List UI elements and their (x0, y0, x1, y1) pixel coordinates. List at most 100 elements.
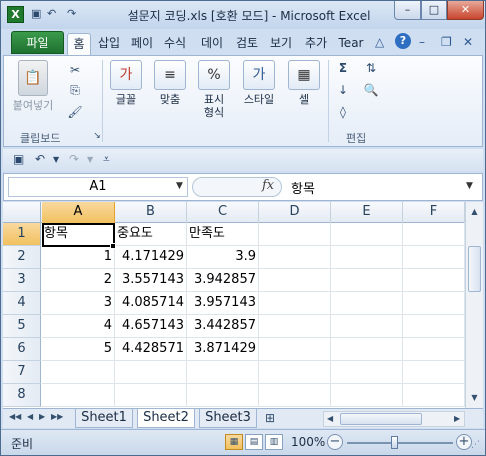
scroll-right-icon[interactable]: ▶ (454, 414, 460, 423)
row-header-5[interactable]: 5 (3, 315, 41, 338)
minimize-button[interactable]: – (394, 1, 421, 20)
cell-b2[interactable]: 4.171429 (115, 246, 187, 269)
row-header-8[interactable]: 8 (3, 384, 41, 407)
horizontal-scrollbar[interactable]: ◀ ▶ (323, 411, 465, 427)
help-icon[interactable]: ? (395, 33, 411, 49)
cell-d5[interactable] (259, 315, 331, 338)
cell-c8[interactable] (187, 384, 259, 407)
page-break-view-icon[interactable]: ▥ (265, 434, 283, 450)
tab-view[interactable]: 보기 (266, 33, 296, 55)
sort-filter-icon[interactable]: ⇅ (362, 60, 380, 76)
cell-f3[interactable] (403, 269, 465, 292)
save-icon[interactable]: ▣ (31, 7, 41, 20)
cell-e5[interactable] (331, 315, 403, 338)
cell-c3[interactable]: 3.942857 (187, 269, 259, 292)
redo-icon[interactable]: ↷ (67, 7, 76, 20)
sheet-tab-2[interactable]: Sheet2 (137, 409, 195, 428)
cell-e1[interactable] (331, 223, 403, 246)
tab-page-layout[interactable]: 페이 (127, 33, 157, 55)
column-header-e[interactable]: E (331, 202, 403, 223)
column-header-a[interactable]: A (42, 202, 115, 223)
sheet-tab-3[interactable]: Sheet3 (199, 409, 257, 428)
cell-b8[interactable] (115, 384, 187, 407)
cell-b4[interactable]: 4.085714 (115, 292, 187, 315)
scroll-down-icon[interactable]: ▼ (467, 390, 482, 405)
column-header-f[interactable]: F (403, 202, 465, 223)
cell-c6[interactable]: 3.871429 (187, 338, 259, 361)
cell-b3[interactable]: 3.557143 (115, 269, 187, 292)
cell-f5[interactable] (403, 315, 465, 338)
page-layout-view-icon[interactable]: ▤ (245, 434, 263, 450)
vertical-scroll-thumb[interactable] (468, 246, 481, 292)
copy-icon[interactable]: ⎘ (66, 82, 84, 98)
tab-file[interactable]: 파일 (11, 31, 64, 54)
cell-e2[interactable] (331, 246, 403, 269)
cell-d6[interactable] (259, 338, 331, 361)
cell-c4[interactable]: 3.957143 (187, 292, 259, 315)
cells-button[interactable]: ▦ 셀 (284, 60, 324, 106)
undo-icon[interactable]: ↶ (35, 152, 45, 166)
number-format-button[interactable]: % 표시 형식 (194, 60, 234, 119)
autosum-icon[interactable]: Σ (334, 60, 352, 76)
next-sheet-icon[interactable]: ▶ (39, 412, 45, 421)
cell-e3[interactable] (331, 269, 403, 292)
tab-data[interactable]: 데이 (197, 33, 227, 55)
redo-icon[interactable]: ↷ (69, 152, 79, 166)
cell-a5[interactable]: 4 (42, 315, 115, 338)
undo-icon[interactable]: ↶ (47, 7, 56, 20)
maximize-button[interactable]: □ (421, 1, 447, 20)
redo-dropdown-icon[interactable]: ▼ (87, 155, 93, 164)
cell-d2[interactable] (259, 246, 331, 269)
expand-formula-bar-icon[interactable]: ▼ (466, 181, 473, 191)
horizontal-scroll-thumb[interactable] (340, 413, 422, 425)
last-sheet-icon[interactable]: ▶▶ (51, 412, 63, 421)
doc-minimize-icon[interactable]: – (419, 35, 425, 49)
cell-d1[interactable] (259, 223, 331, 246)
font-button[interactable]: 가 글꼴 (106, 60, 146, 106)
cell-f6[interactable] (403, 338, 465, 361)
vertical-scrollbar[interactable]: ▲ ▼ (465, 202, 483, 408)
zoom-out-icon[interactable]: − (327, 434, 343, 450)
doc-close-icon[interactable]: ✕ (463, 35, 473, 49)
save-icon[interactable]: ▣ (13, 152, 24, 166)
find-select-icon[interactable]: 🔍 (362, 82, 380, 98)
cell-f2[interactable] (403, 246, 465, 269)
insert-function-icon[interactable]: fx (262, 178, 274, 193)
scroll-left-icon[interactable]: ◀ (327, 414, 333, 423)
first-sheet-icon[interactable]: ◀◀ (9, 412, 21, 421)
cell-d8[interactable] (259, 384, 331, 407)
tab-addins[interactable]: 추가 (301, 33, 331, 55)
doc-restore-icon[interactable]: ❐ (441, 35, 452, 49)
resize-grip-icon[interactable]: ⋰ (471, 440, 480, 450)
cell-e4[interactable] (331, 292, 403, 315)
scroll-up-icon[interactable]: ▲ (467, 204, 482, 219)
cell-f7[interactable] (403, 361, 465, 384)
tab-formulas[interactable]: 수식 (160, 33, 190, 55)
row-header-2[interactable]: 2 (3, 246, 41, 269)
format-painter-icon[interactable]: 🖌 (66, 104, 84, 120)
cell-f4[interactable] (403, 292, 465, 315)
zoom-in-icon[interactable]: + (456, 434, 472, 450)
prev-sheet-icon[interactable]: ◀ (27, 412, 33, 421)
clear-icon[interactable]: ◊ (334, 104, 352, 120)
cell-a2[interactable]: 1 (42, 246, 115, 269)
tab-insert[interactable]: 삽입 (94, 33, 124, 55)
cell-d4[interactable] (259, 292, 331, 315)
worksheet-grid[interactable]: A B C D E F 1 2 3 4 5 6 7 8 항목 중요도 만족도 1 4.1… (3, 202, 483, 408)
tab-team[interactable]: Tear (335, 33, 367, 55)
formula-input[interactable]: 항목 (291, 178, 315, 197)
fill-icon[interactable]: ↓ (334, 82, 352, 98)
select-all-corner[interactable] (3, 202, 41, 223)
zoom-slider-thumb[interactable] (391, 436, 398, 449)
cell-a8[interactable] (42, 384, 115, 407)
cell-a7[interactable] (42, 361, 115, 384)
zoom-level[interactable]: 100% (291, 435, 325, 449)
column-header-d[interactable]: D (259, 202, 331, 223)
column-header-b[interactable]: B (115, 202, 187, 223)
alignment-button[interactable]: ≡ 맞춤 (150, 60, 190, 106)
row-header-6[interactable]: 6 (3, 338, 41, 361)
column-header-c[interactable]: C (187, 202, 259, 223)
name-box[interactable]: A1 (8, 177, 188, 197)
paste-button[interactable]: 📋 붙여넣기 (10, 60, 56, 112)
customize-qat-icon[interactable]: ⩡ (103, 152, 110, 167)
